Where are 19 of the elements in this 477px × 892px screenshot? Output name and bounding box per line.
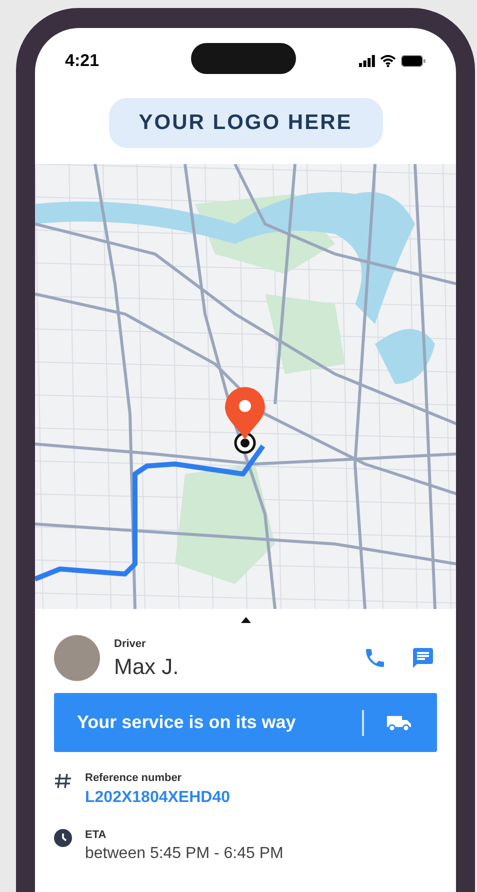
battery-icon xyxy=(401,55,426,67)
location-pin-icon xyxy=(223,386,267,441)
signal-icon xyxy=(359,55,375,67)
logo-badge: YOUR LOGO HERE xyxy=(108,98,382,148)
caret-up-icon xyxy=(240,617,250,623)
detail-label: Reference number xyxy=(85,771,183,786)
driver-name: Max J. xyxy=(114,652,179,680)
wifi-icon xyxy=(380,55,396,67)
detail-value: L202X1804XEHD40 xyxy=(85,788,230,808)
driver-avatar xyxy=(54,635,100,681)
driver-label: Driver xyxy=(114,637,147,652)
message-button[interactable] xyxy=(411,646,435,670)
clock-icon xyxy=(54,828,72,846)
phone-call-button[interactable] xyxy=(363,646,387,670)
detail-value: between 5:45 PM - 6:45 PM xyxy=(85,844,284,864)
hash-icon xyxy=(54,772,72,790)
status-banner: Your service is on its way xyxy=(54,693,437,752)
status-time: 4:21 xyxy=(65,50,100,72)
detail-label: ETA xyxy=(85,828,108,842)
